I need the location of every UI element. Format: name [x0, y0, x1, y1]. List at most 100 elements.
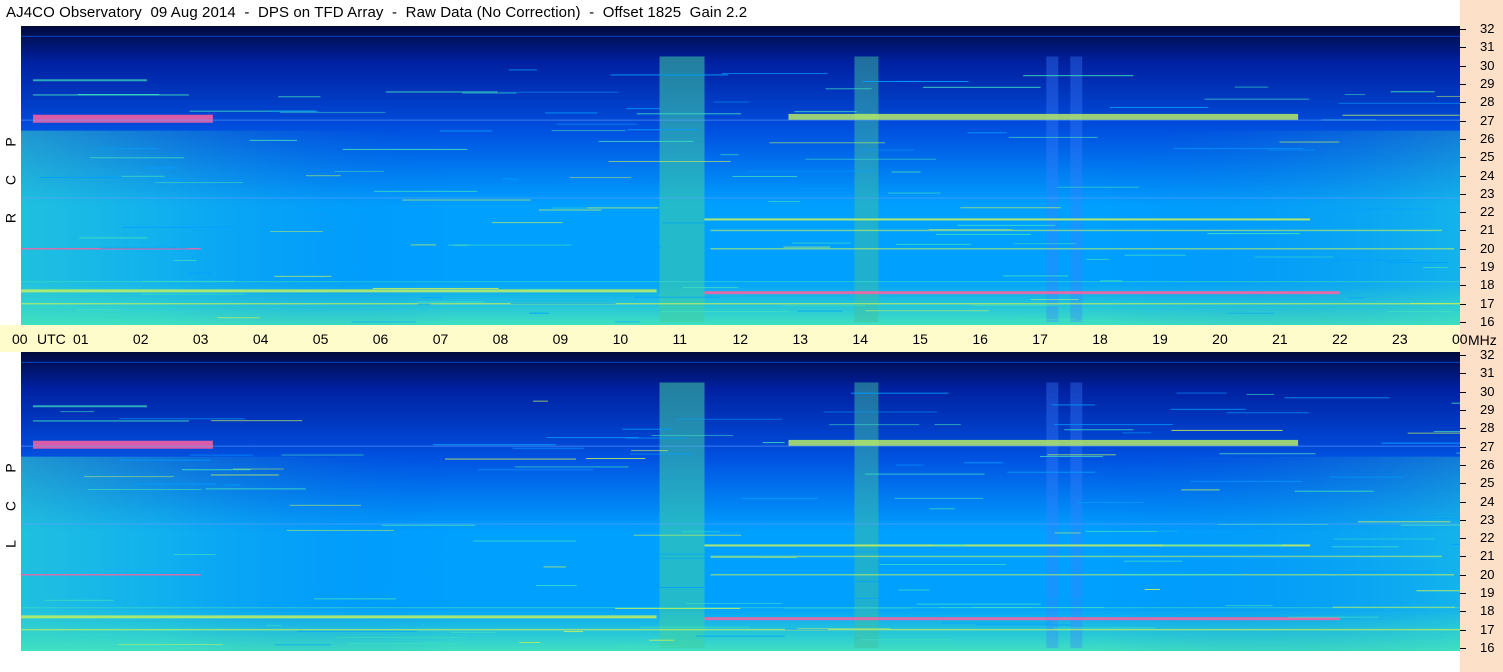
heatmap-speckle: [887, 192, 941, 194]
heatmap-speckle: [622, 428, 672, 430]
heatmap-speckle: [633, 534, 742, 536]
heatmap-speckle: [1255, 256, 1334, 258]
heatmap-speckle: [491, 222, 563, 224]
heatmap-speckle: [1030, 298, 1079, 300]
heatmap-speckle: [289, 267, 385, 269]
heatmap-speckle: [1219, 453, 1316, 455]
heatmap-speckle: [1008, 136, 1098, 138]
heatmap-speckle: [1162, 544, 1282, 546]
heatmap-speckle: [1306, 199, 1323, 201]
heatmap-speckle: [971, 304, 1059, 306]
heatmap-speckle: [1381, 442, 1460, 444]
heatmap-speckle: [784, 607, 911, 609]
heatmap-speckle: [894, 497, 984, 499]
heatmap-speckle: [501, 178, 519, 180]
frequency-tick-label: 19: [1480, 259, 1495, 275]
frequency-tick-label: 22: [1480, 204, 1495, 220]
heatmap-speckle: [598, 140, 694, 142]
heatmap-speckle: [891, 171, 921, 173]
heatmap-speckle: [539, 209, 602, 211]
heatmap-speckle: [88, 489, 202, 491]
frequency-tick-label: 31: [1480, 39, 1495, 55]
time-tick-label: 05: [312, 331, 329, 347]
heatmap-speckle: [450, 631, 496, 633]
heatmap-speckle: [1064, 429, 1134, 431]
heatmap-speckle: [552, 207, 586, 209]
heatmap-speckle: [634, 296, 720, 298]
chart-title: AJ4CO Observatory 09 Aug 2014 - DPS on T…: [6, 4, 748, 21]
heatmap-speckle: [973, 606, 1104, 608]
heatmap-speckle: [967, 132, 1007, 134]
frequency-tick-label: 21: [1480, 548, 1495, 564]
heatmap-speckle: [627, 129, 698, 131]
heatmap-speckle: [270, 110, 319, 112]
heatmap-speckle: [960, 207, 1061, 209]
heatmap-speckle: [636, 113, 742, 115]
heatmap-speckle: [119, 459, 211, 461]
heatmap-speckle: [1407, 432, 1460, 434]
time-tick-label: 08: [492, 331, 509, 347]
heatmap-speckle: [305, 175, 341, 177]
heatmap-speckle: [865, 310, 989, 312]
heatmap-speckle: [274, 275, 332, 277]
heatmap-speckle: [640, 626, 750, 628]
heatmap-speckle: [614, 321, 640, 323]
heatmap-speckle: [1267, 149, 1316, 151]
heatmap-speckle: [1436, 95, 1460, 97]
frequency-tick: [1460, 464, 1466, 466]
time-tick-label: 13: [792, 331, 809, 347]
rcp-letter-p: P: [2, 137, 19, 147]
heatmap-refline: [21, 445, 1460, 447]
frequency-tick: [1460, 538, 1466, 540]
heatmap-speckle: [410, 244, 436, 246]
heatmap-band: [710, 574, 1455, 576]
heatmap-speckle: [747, 170, 876, 172]
frequency-tick-label: 28: [1480, 420, 1495, 436]
heatmap-speckle: [347, 643, 461, 645]
frequency-tick: [1460, 409, 1466, 411]
heatmap-speckle: [898, 589, 930, 591]
heatmap-speckle: [90, 157, 184, 159]
heatmap-speckle: [934, 424, 961, 426]
heatmap-speckle: [805, 158, 937, 160]
frequency-tick: [1460, 175, 1466, 177]
heatmap-speckle: [313, 598, 396, 600]
frequency-tick-label: 25: [1480, 149, 1495, 165]
heatmap-speckle: [661, 311, 791, 313]
heatmap-speckle: [455, 543, 489, 545]
heatmap-speckle: [543, 566, 566, 568]
heatmap-speckle: [865, 473, 985, 475]
title-bar: AJ4CO Observatory 09 Aug 2014 - DPS on T…: [0, 0, 1460, 26]
time-tick-label: 11: [672, 331, 688, 347]
heatmap-speckle: [1388, 262, 1449, 264]
heatmap-speckle: [1039, 455, 1104, 457]
frequency-tick-label: 16: [1480, 640, 1495, 655]
heatmap-speckle: [1091, 586, 1193, 588]
time-tick-label: 19: [1152, 331, 1168, 347]
frequency-tick-label: 26: [1480, 456, 1495, 472]
heatmap-speckle: [626, 108, 661, 110]
heatmap-speckle: [1348, 297, 1365, 299]
frequency-tick: [1460, 648, 1466, 649]
heatmap-speckle: [1076, 502, 1144, 504]
heatmap-speckle: [141, 280, 235, 282]
time-tick-label: 23: [1392, 331, 1408, 347]
heatmap-speckle: [270, 231, 324, 233]
heatmap-speckle: [188, 272, 213, 274]
heatmap-speckle: [84, 476, 174, 478]
heatmap-speckle: [510, 303, 616, 305]
heatmap-speckle: [374, 190, 478, 192]
frequency-tick: [1460, 556, 1466, 558]
heatmap-speckle: [1329, 476, 1403, 478]
frequency-tick-label: 21: [1480, 222, 1495, 238]
heatmap-speckle: [1156, 531, 1267, 533]
heatmap-band: [21, 574, 201, 576]
heatmap-speckle: [166, 630, 183, 632]
frequency-tick-label: 22: [1480, 530, 1495, 546]
heatmap-speckle: [121, 175, 165, 177]
heatmap-speckle: [1013, 243, 1076, 245]
time-tick-label: 22: [1332, 331, 1348, 347]
heatmap-speckle: [445, 458, 577, 460]
heatmap-speckle: [662, 222, 722, 224]
heatmap-speckle: [514, 466, 629, 468]
